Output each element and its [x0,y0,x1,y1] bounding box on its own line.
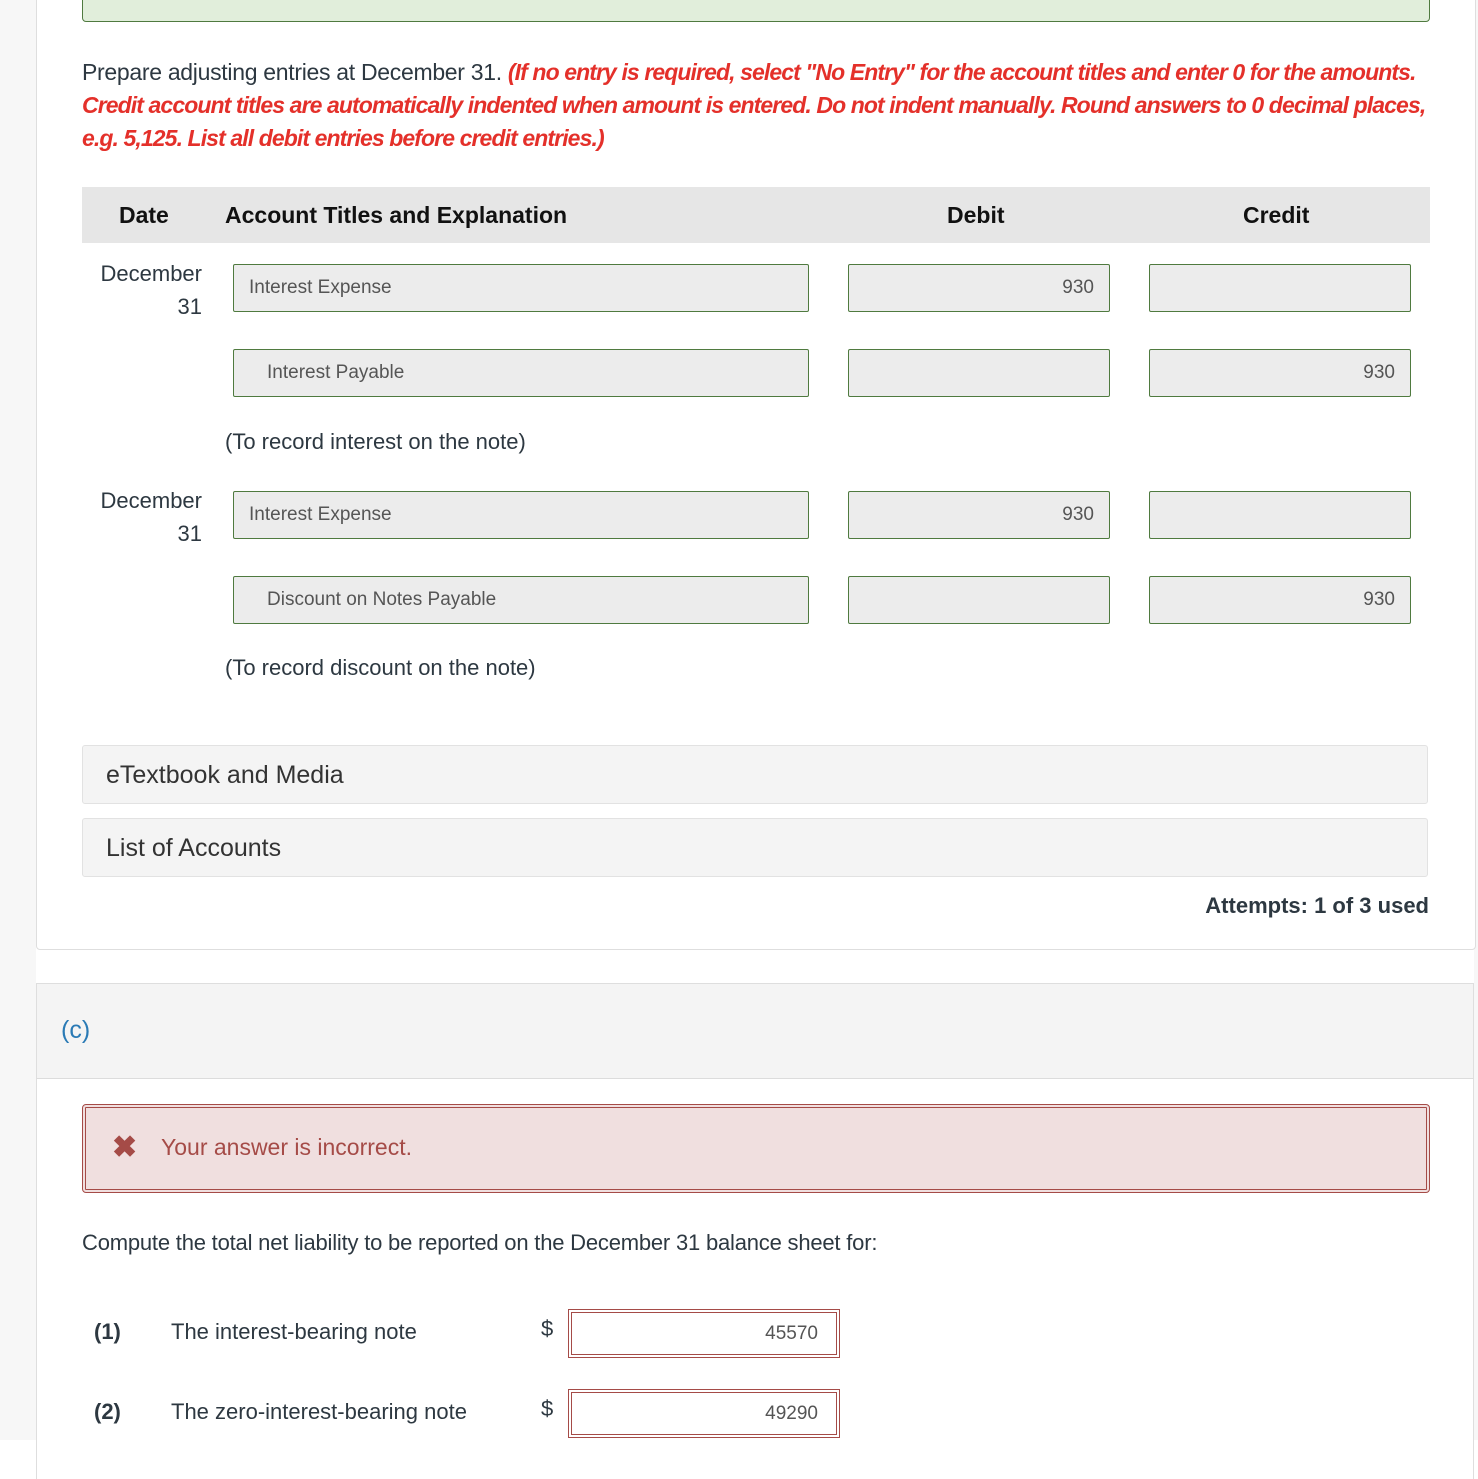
debit-input[interactable] [848,349,1110,397]
date-day: 31 [177,294,202,319]
etextbook-media-link[interactable]: eTextbook and Media [82,745,1428,804]
debit-input[interactable] [848,576,1110,624]
question-text: Compute the total net liability to be re… [82,1230,878,1255]
date-day: 31 [177,521,202,546]
account-title-input[interactable]: Interest Expense [233,491,809,539]
item-number: (1) [94,1319,121,1344]
entry-date: December 31 [82,484,202,550]
attempts-counter: Attempts: 1 of 3 used [1205,893,1429,918]
instructions: Prepare adjusting entries at December 31… [82,56,1432,155]
dollar-sign: $ [541,1316,554,1341]
zero-interest-bearing-note-input[interactable]: 49290 [568,1389,840,1438]
item-label: The interest-bearing note [171,1319,417,1344]
date-month: December [100,488,202,513]
part-label: (c) [61,1016,91,1044]
header-credit: Credit [1243,202,1310,228]
item-number: (2) [94,1399,121,1424]
item-label: The zero-interest-bearing note [171,1399,467,1424]
feedback-text: Your answer is incorrect. [161,1134,412,1160]
left-gutter [0,0,36,1440]
part-c-header[interactable]: (c) [36,983,1474,1079]
header-account: Account Titles and Explanation [225,202,568,228]
credit-input[interactable]: 930 [1149,576,1411,624]
debit-input[interactable]: 930 [848,264,1110,312]
entry-explanation: (To record interest on the note) [225,429,526,454]
list-of-accounts-link[interactable]: List of Accounts [82,818,1428,877]
date-month: December [100,261,202,286]
journal-table-header: Date Account Titles and Explanation Debi… [82,187,1430,243]
interest-bearing-note-input[interactable]: 45570 [568,1309,840,1358]
header-debit: Debit [947,202,1005,228]
account-title-input[interactable]: Interest Expense [233,264,809,312]
incorrect-feedback: ✖ Your answer is incorrect. [82,1104,1430,1193]
instructions-lead: Prepare adjusting entries at December 31… [82,59,502,85]
credit-input[interactable] [1149,264,1411,312]
credit-input[interactable] [1149,491,1411,539]
header-date: Date [119,202,169,228]
x-icon: ✖ [112,1131,138,1164]
account-title-input[interactable]: Interest Payable [233,349,809,397]
account-title-input[interactable]: Discount on Notes Payable [233,576,809,624]
previous-answer-feedback-box [82,0,1430,22]
debit-input[interactable]: 930 [848,491,1110,539]
entry-date: December 31 [82,257,202,323]
entry-explanation: (To record discount on the note) [225,655,536,680]
dollar-sign: $ [541,1396,554,1421]
credit-input[interactable]: 930 [1149,349,1411,397]
